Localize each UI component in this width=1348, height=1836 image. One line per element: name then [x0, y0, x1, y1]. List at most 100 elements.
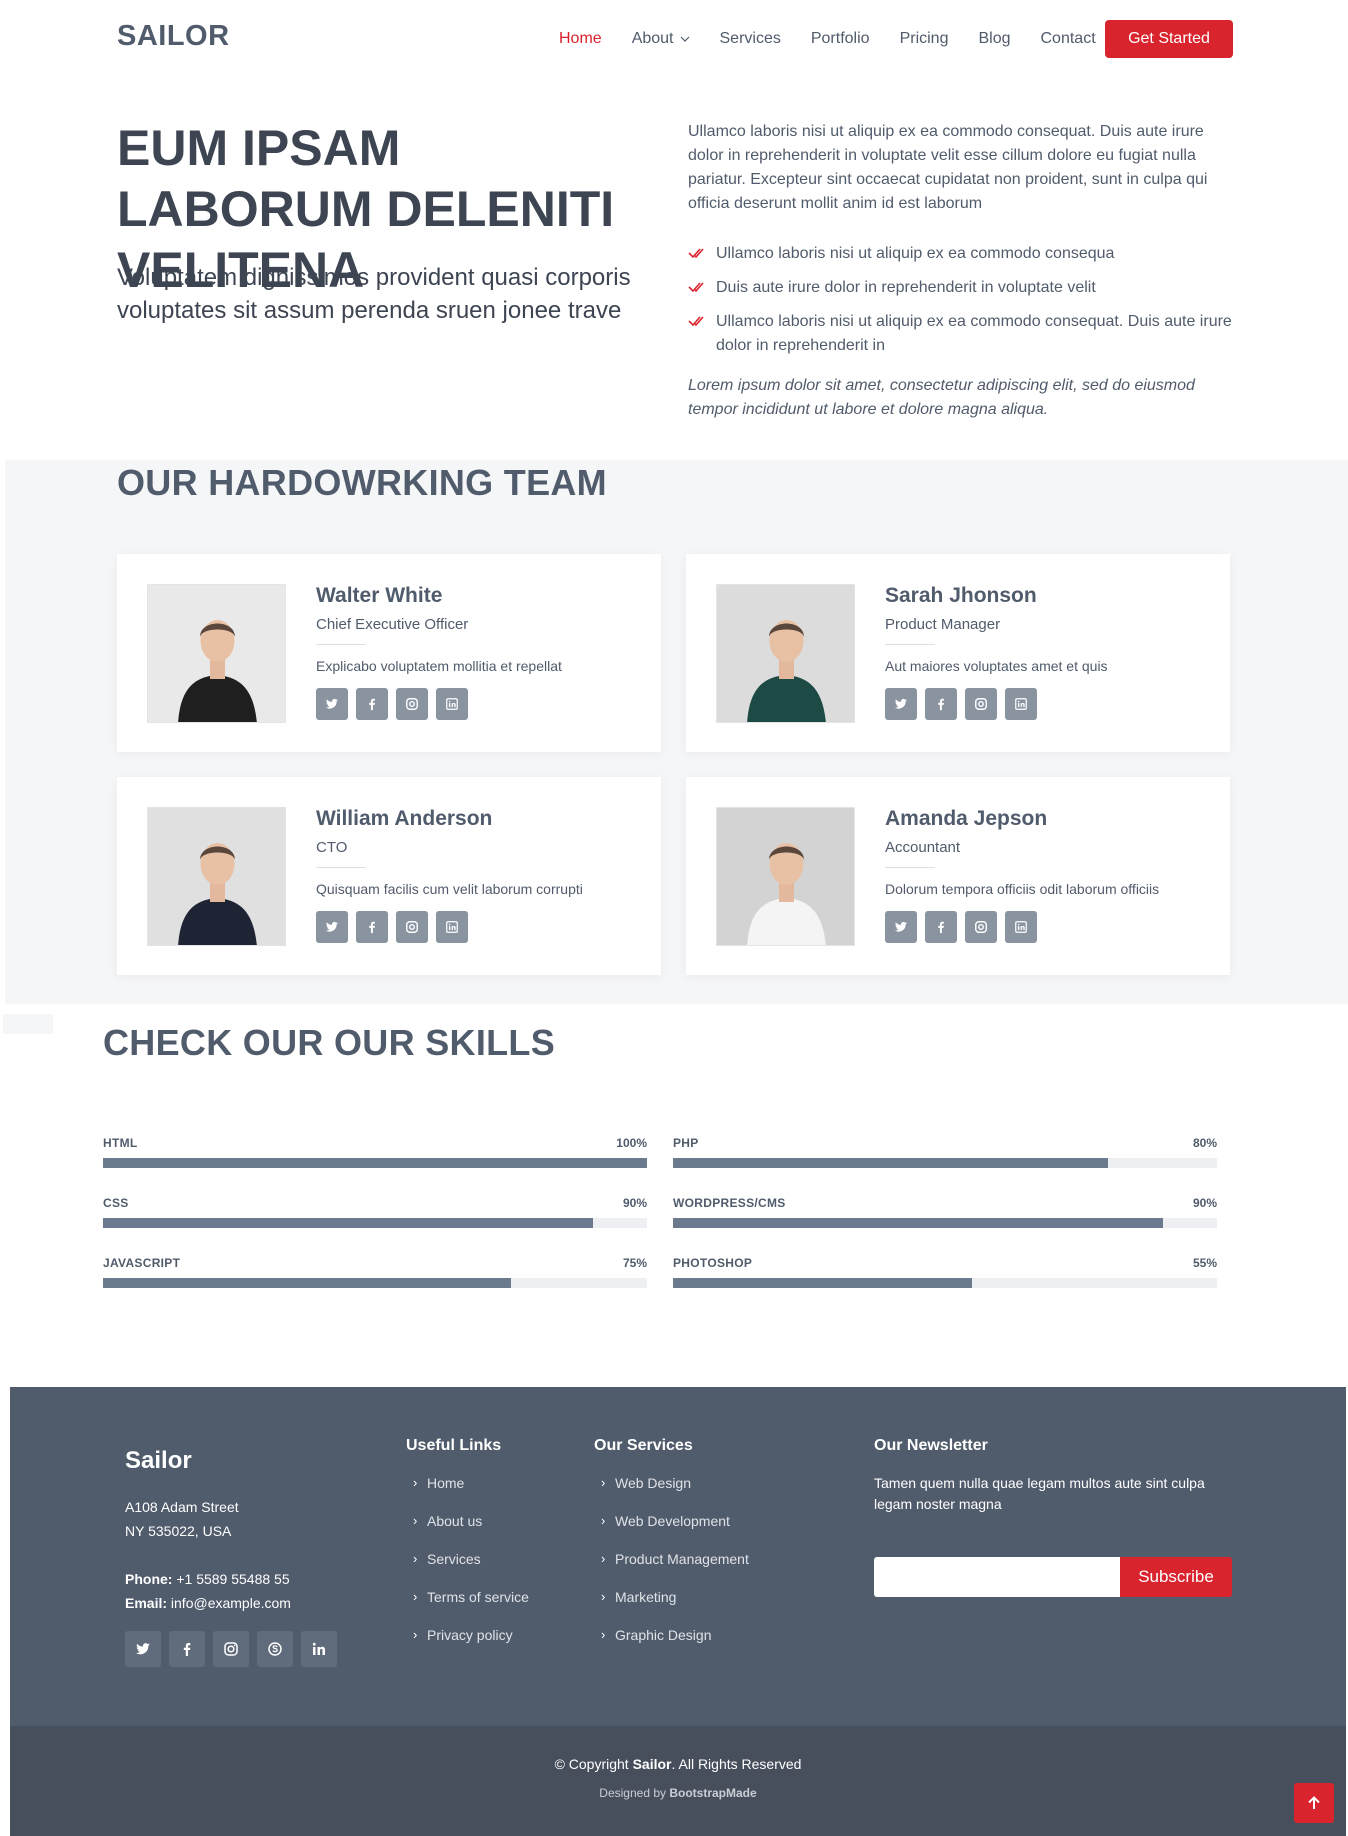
divider — [885, 644, 935, 645]
arrow-up-icon — [1308, 1796, 1320, 1809]
footer-link-label: Web Development — [615, 1513, 730, 1529]
divider — [316, 644, 366, 645]
footer-link-label: Product Management — [615, 1551, 749, 1567]
team-member-role: CTO — [316, 839, 348, 856]
services-list: › Web Design › Web Development › Product Ma… — [601, 1475, 749, 1665]
footer-address: A108 Adam Street NY 535022, USA — [125, 1495, 239, 1543]
team-member-social — [316, 911, 468, 943]
skill-label: CSS — [103, 1196, 129, 1210]
nav-about[interactable]: About — [632, 28, 690, 50]
twitter-icon[interactable] — [316, 688, 348, 720]
skill-value: 75% — [622, 1256, 647, 1270]
chevron-right-icon: › — [601, 1513, 606, 1528]
phone-value: +1 5589 55488 55 — [176, 1571, 290, 1587]
nav-home[interactable]: Home — [559, 28, 602, 50]
footer-brand: Sailor — [125, 1447, 192, 1474]
footer-social — [125, 1631, 337, 1667]
team-member-photo — [147, 584, 286, 723]
skill-progress-bar — [673, 1278, 973, 1288]
skype-icon[interactable] — [257, 1631, 293, 1667]
footer-link-label: Home — [427, 1475, 465, 1491]
footer-link-about[interactable]: › About us — [413, 1513, 529, 1551]
facebook-icon[interactable] — [925, 688, 957, 720]
nav-about-label: About — [631, 30, 674, 47]
get-started-button[interactable]: Get Started — [1105, 20, 1233, 58]
designer-link[interactable]: BootstrapMade — [669, 1786, 756, 1800]
team-member-photo — [147, 807, 286, 946]
useful-links-list: › Home › About us › Services › Terms of serv… — [413, 1475, 529, 1665]
footer-link-terms[interactable]: › Terms of service — [413, 1589, 529, 1627]
chevron-right-icon: › — [601, 1551, 606, 1566]
footer-link-graphic-design[interactable]: › Graphic Design — [601, 1627, 749, 1665]
nav-services[interactable]: Services — [720, 28, 781, 50]
copyright-prefix: © Copyright — [554, 1756, 633, 1772]
footer-link-privacy[interactable]: › Privacy policy — [413, 1627, 529, 1665]
newsletter-email-input[interactable] — [874, 1557, 1120, 1597]
chevron-right-icon: › — [413, 1589, 418, 1604]
twitter-icon[interactable] — [885, 911, 917, 943]
footer-link-product-management[interactable]: › Product Management — [601, 1551, 749, 1589]
facebook-icon[interactable] — [925, 911, 957, 943]
team-member-role: Product Manager — [885, 616, 1001, 633]
nav-portfolio[interactable]: Portfolio — [811, 28, 870, 50]
instagram-icon[interactable] — [396, 688, 428, 720]
footer-bottom: © Copyright Sailor. All Rights Reserved … — [10, 1726, 1346, 1836]
address-line: A108 Adam Street — [125, 1499, 239, 1515]
subscribe-button[interactable]: Subscribe — [1120, 1557, 1232, 1597]
skill-item: PHOTOSHOP 55% — [673, 1256, 1217, 1296]
footer-link-label: Privacy policy — [427, 1627, 513, 1643]
back-to-top-button[interactable] — [1294, 1783, 1334, 1823]
skill-value: 90% — [1192, 1196, 1217, 1210]
nav-contact[interactable]: Contact — [1041, 28, 1096, 50]
footer-email: Email: info@example.com — [125, 1591, 291, 1615]
chevron-right-icon: › — [413, 1551, 418, 1566]
linkedin-icon[interactable] — [436, 911, 468, 943]
nav-blog[interactable]: Blog — [978, 28, 1010, 50]
team-member-social — [885, 688, 1037, 720]
footer-link-services[interactable]: › Services — [413, 1551, 529, 1589]
double-check-icon — [688, 248, 704, 259]
footer-phone: Phone: +1 5589 55488 55 — [125, 1567, 291, 1591]
twitter-icon[interactable] — [316, 911, 348, 943]
facebook-icon[interactable] — [356, 688, 388, 720]
footer-link-home[interactable]: › Home — [413, 1475, 529, 1513]
footer-link-label: About us — [427, 1513, 483, 1529]
team-member-card: Sarah Jhonson Product Manager Aut maiores … — [686, 554, 1230, 752]
skill-progress-track — [673, 1278, 1217, 1288]
chevron-down-icon — [680, 36, 689, 42]
divider — [885, 867, 935, 868]
instagram-icon[interactable] — [965, 688, 997, 720]
footer-link-label: Marketing — [615, 1589, 677, 1605]
copyright-brand: Sailor — [632, 1756, 672, 1772]
credits-prefix: Designed by — [599, 1786, 670, 1800]
team-member-photo — [716, 807, 855, 946]
team-member-photo — [716, 584, 855, 723]
twitter-icon[interactable] — [885, 688, 917, 720]
instagram-icon[interactable] — [396, 911, 428, 943]
site-header: SAILOR Home About Services Portfolio Pri… — [0, 0, 1348, 78]
skill-progress-track — [103, 1218, 647, 1228]
skill-label: HTML — [103, 1136, 138, 1150]
skill-item: CSS 90% — [103, 1196, 647, 1236]
newsletter-text: Tamen quem nulla quae legam multos aute … — [874, 1475, 1205, 1512]
logo[interactable]: SAILOR — [117, 20, 230, 53]
linkedin-icon[interactable] — [1005, 688, 1037, 720]
linkedin-icon[interactable] — [436, 688, 468, 720]
chevron-right-icon: › — [413, 1513, 418, 1528]
facebook-icon[interactable] — [169, 1631, 205, 1667]
nav-pricing[interactable]: Pricing — [900, 28, 949, 50]
footer-link-web-design[interactable]: › Web Design — [601, 1475, 749, 1513]
chevron-right-icon: › — [601, 1475, 606, 1490]
team-member-description: Explicabo voluptatem mollitia et repella… — [316, 658, 562, 674]
skill-progress-bar — [103, 1158, 647, 1168]
footer-link-web-development[interactable]: › Web Development — [601, 1513, 749, 1551]
facebook-icon[interactable] — [356, 911, 388, 943]
instagram-icon[interactable] — [213, 1631, 249, 1667]
linkedin-icon[interactable] — [1005, 911, 1037, 943]
linkedin-icon[interactable] — [301, 1631, 337, 1667]
team-member-card: Amanda Jepson Accountant Dolorum tempora o… — [686, 777, 1230, 975]
twitter-icon[interactable] — [125, 1631, 161, 1667]
instagram-icon[interactable] — [965, 911, 997, 943]
footer-link-marketing[interactable]: › Marketing — [601, 1589, 749, 1627]
skill-item: PHP 80% — [673, 1136, 1217, 1176]
